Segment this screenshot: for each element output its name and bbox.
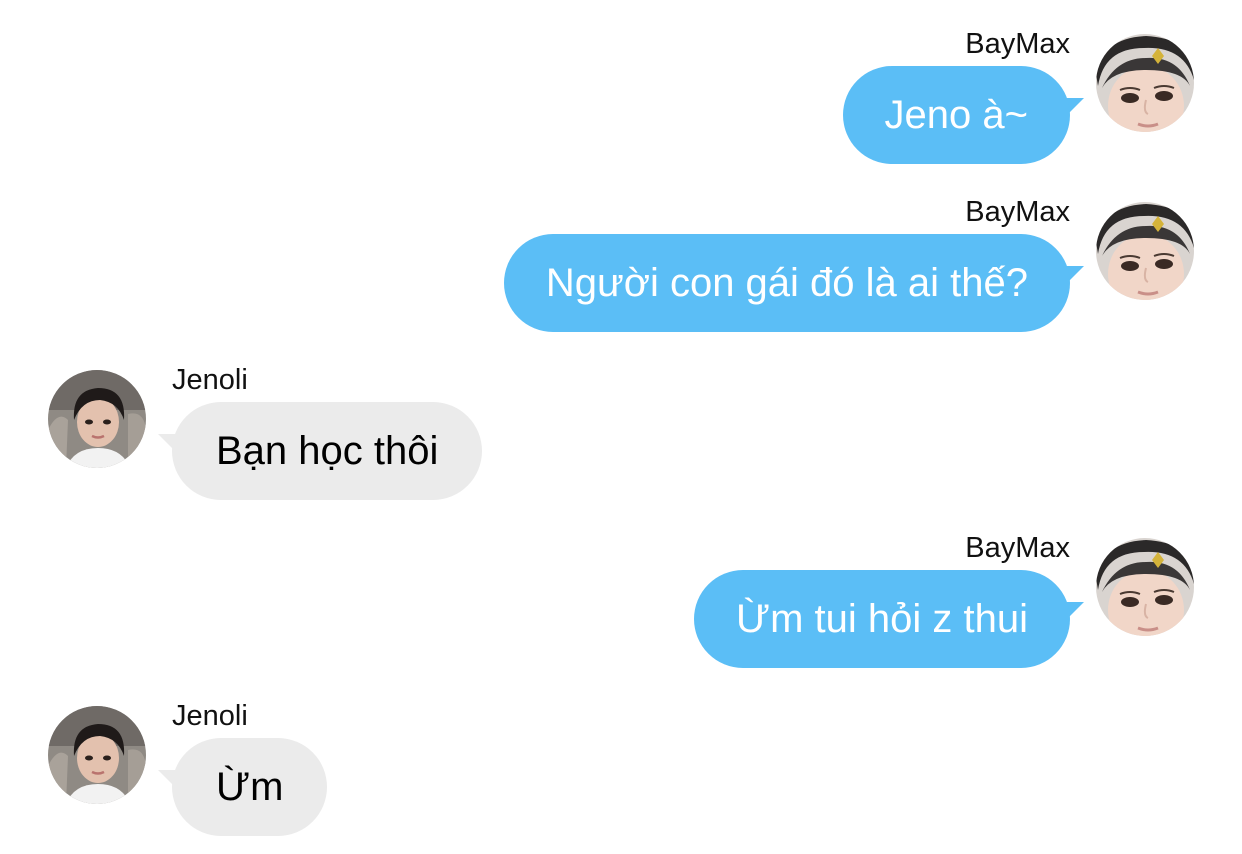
baymax-avatar[interactable]: [1096, 538, 1194, 636]
jenoli-avatar[interactable]: [48, 370, 146, 468]
sender-name: BayMax: [965, 532, 1070, 564]
baymax-avatar[interactable]: [1096, 202, 1194, 300]
jenoli-avatar[interactable]: [48, 706, 146, 804]
sender-name: Jenoli: [172, 700, 248, 732]
message-bubble[interactable]: Người con gái đó là ai thế?: [503, 234, 1070, 332]
message-bubble[interactable]: Ừm tui hỏi z thui: [693, 570, 1070, 668]
message-bubble[interactable]: Ừm: [172, 738, 328, 836]
message-bubble[interactable]: Bạn học thôi: [172, 402, 483, 500]
baymax-avatar[interactable]: [1096, 34, 1194, 132]
sender-name: BayMax: [965, 196, 1070, 228]
sender-name: BayMax: [965, 28, 1070, 60]
message-bubble[interactable]: Jeno à~: [842, 66, 1070, 164]
sender-name: Jenoli: [172, 364, 248, 396]
